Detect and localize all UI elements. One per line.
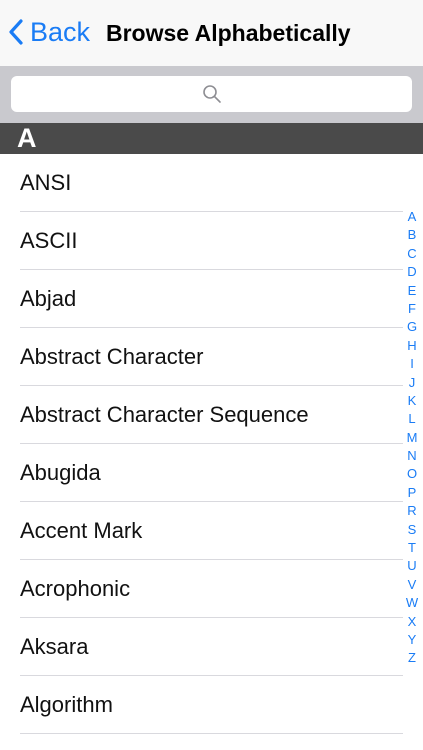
- list-item-label: Accent Mark: [20, 518, 143, 543]
- index-letter-t[interactable]: T: [401, 539, 423, 557]
- navigation-bar: Back Browse Alphabetically: [0, 0, 423, 66]
- list-item[interactable]: Abstract Character Sequence: [0, 386, 423, 444]
- list-item[interactable]: Abjad: [0, 270, 423, 328]
- index-letter-o[interactable]: O: [401, 465, 423, 483]
- list-item-label: Acrophonic: [20, 576, 131, 601]
- index-letter-h[interactable]: H: [401, 337, 423, 355]
- index-letter-x[interactable]: X: [401, 613, 423, 631]
- index-letter-i[interactable]: I: [401, 355, 423, 373]
- index-letter-k[interactable]: K: [401, 392, 423, 410]
- section-index-bar[interactable]: A B C D E F G H I J K L M N O P R S T U …: [401, 208, 423, 668]
- list-item[interactable]: Accent Mark: [0, 502, 423, 560]
- index-letter-y[interactable]: Y: [401, 631, 423, 649]
- index-letter-p[interactable]: P: [401, 484, 423, 502]
- list-item-label: ASCII: [20, 228, 78, 253]
- index-letter-u[interactable]: U: [401, 557, 423, 575]
- index-letter-n[interactable]: N: [401, 447, 423, 465]
- index-letter-s[interactable]: S: [401, 521, 423, 539]
- list-item-label: ANSI: [20, 170, 72, 195]
- search-icon: [202, 85, 221, 103]
- list-item[interactable]: ASCII: [0, 212, 423, 270]
- index-letter-v[interactable]: V: [401, 576, 423, 594]
- list-item-label: Abstract Character Sequence: [20, 402, 309, 427]
- section-header-letter: A: [17, 123, 37, 153]
- index-letter-j[interactable]: J: [401, 374, 423, 392]
- index-letter-a[interactable]: A: [401, 208, 423, 226]
- list-item-label: Abjad: [20, 286, 77, 311]
- list-item-label: Abstract Character: [20, 344, 204, 369]
- index-letter-d[interactable]: D: [401, 263, 423, 281]
- list-item-label: Abugida: [20, 460, 101, 485]
- back-button[interactable]: Back: [8, 14, 90, 50]
- index-letter-w[interactable]: W: [401, 594, 423, 612]
- index-letter-l[interactable]: L: [401, 410, 423, 428]
- list-item[interactable]: Algorithm: [0, 676, 423, 734]
- search-input[interactable]: [11, 76, 412, 112]
- index-letter-g[interactable]: G: [401, 318, 423, 336]
- term-list: ANSI ASCII Abjad Abstract Character Abst…: [0, 154, 423, 734]
- index-letter-e[interactable]: E: [401, 282, 423, 300]
- list-item[interactable]: Abugida: [0, 444, 423, 502]
- list-item[interactable]: Abstract Character: [0, 328, 423, 386]
- page-title: Browse Alphabetically: [106, 20, 351, 46]
- search-bar: [0, 66, 423, 123]
- chevron-left-icon: [9, 19, 23, 45]
- index-letter-r[interactable]: R: [401, 502, 423, 520]
- back-button-label: Back: [30, 17, 91, 47]
- section-header: A: [0, 123, 423, 154]
- index-letter-m[interactable]: M: [401, 429, 423, 447]
- index-letter-f[interactable]: F: [401, 300, 423, 318]
- index-letter-z[interactable]: Z: [401, 649, 423, 667]
- index-letter-c[interactable]: C: [401, 245, 423, 263]
- list-item[interactable]: ANSI: [0, 154, 423, 212]
- list-item[interactable]: Aksara: [0, 618, 423, 676]
- list-item[interactable]: Acrophonic: [0, 560, 423, 618]
- list-item-label: Aksara: [20, 634, 89, 659]
- list-item-label: Algorithm: [20, 692, 113, 717]
- index-letter-b[interactable]: B: [401, 226, 423, 244]
